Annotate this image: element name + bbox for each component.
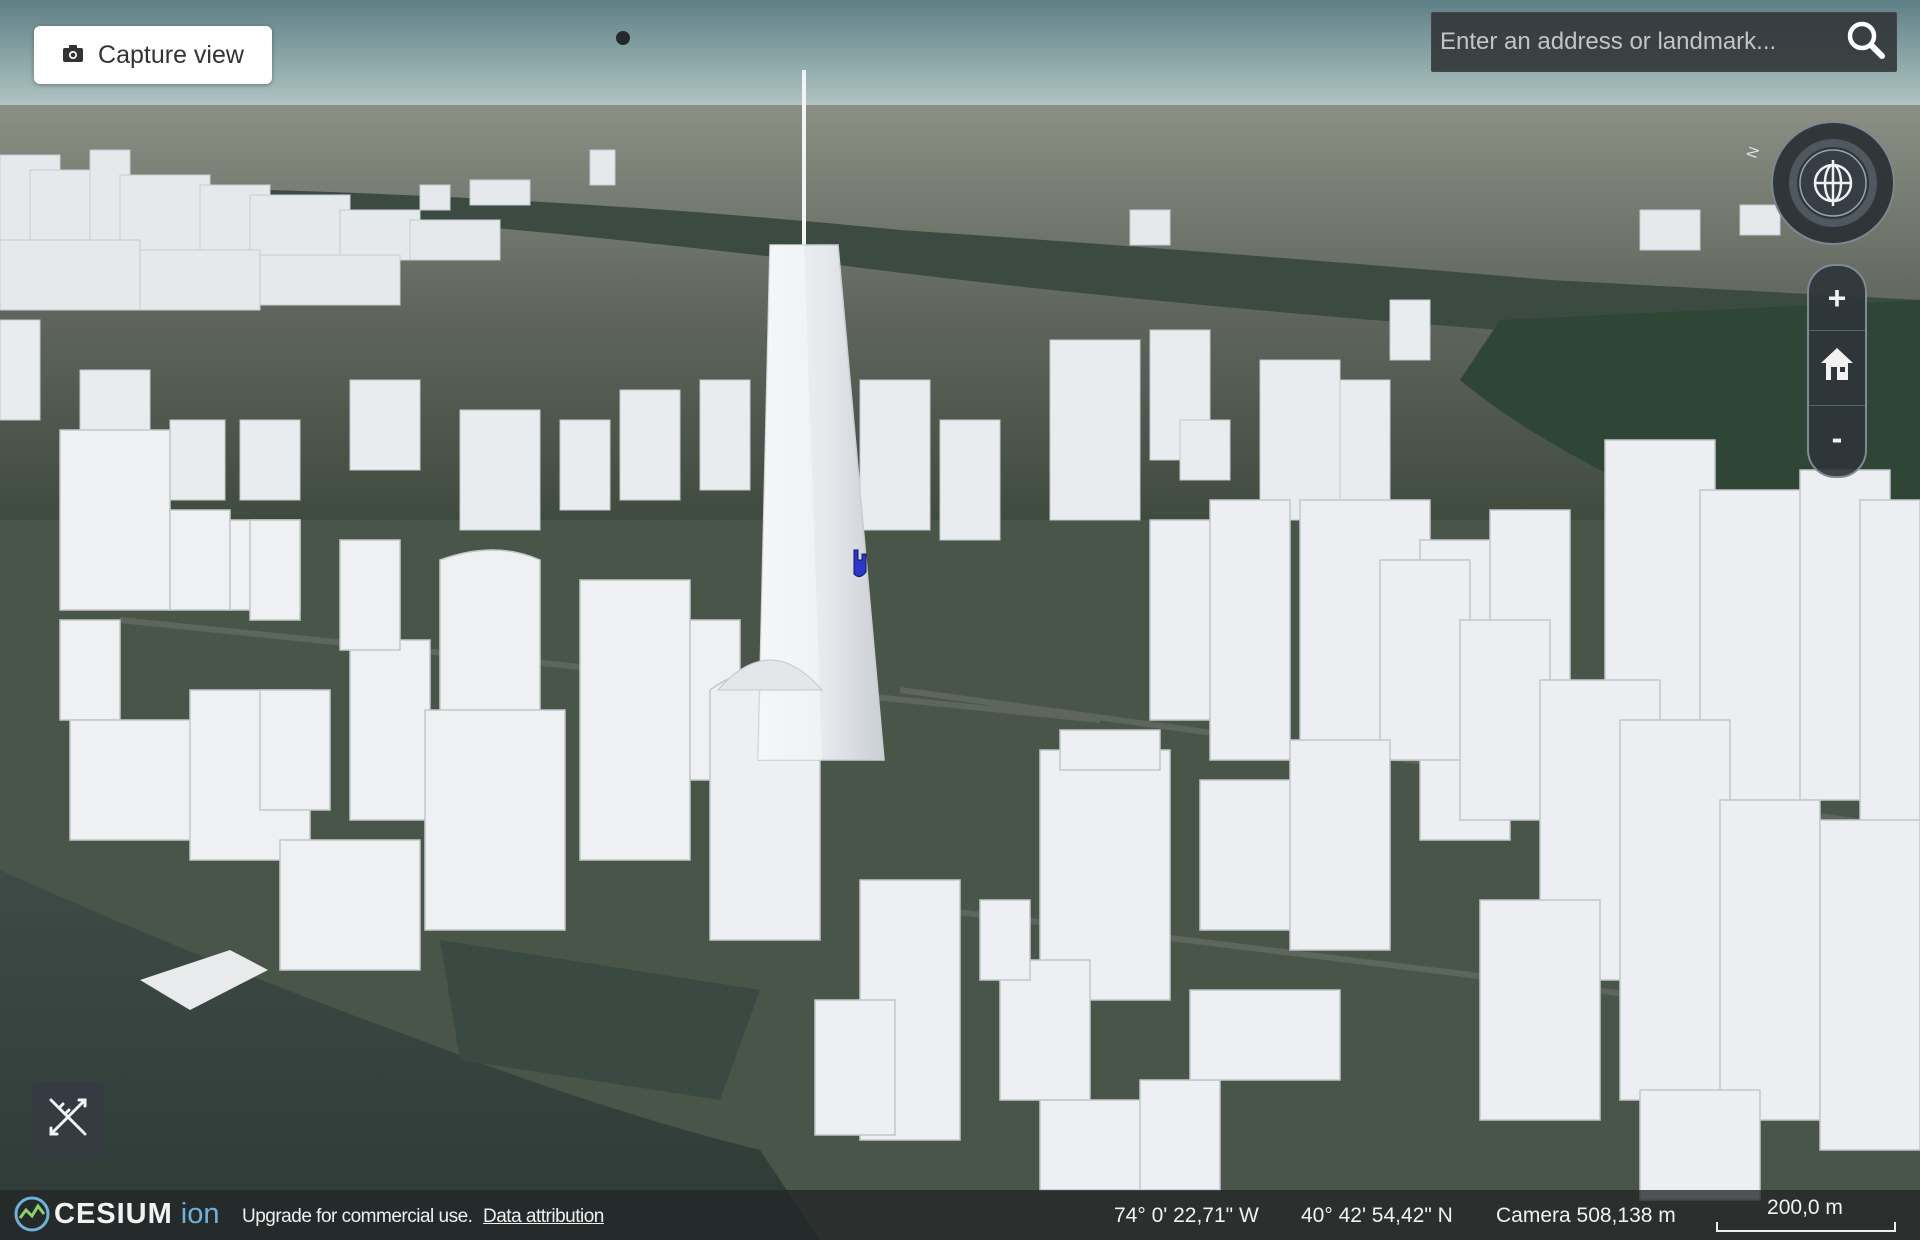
status-bar: CESIUM ion Upgrade for commercial use. D… (0, 1190, 1920, 1240)
home-view-button[interactable] (1809, 330, 1865, 406)
scale-label: 200,0 m (1767, 1196, 1843, 1219)
zoom-out-button[interactable]: - (1809, 406, 1865, 470)
upgrade-text: Upgrade for commercial use. (242, 1206, 473, 1227)
search-icon (1846, 20, 1886, 65)
ruler-pencil-icon (45, 1094, 91, 1145)
distance-scale: 200,0 m (1714, 1196, 1896, 1232)
geocoder-search (1431, 12, 1897, 72)
cesium-ion-logo[interactable]: CESIUM ion (14, 1196, 220, 1232)
camera-height-readout: Camera 508,138 m (1496, 1204, 1676, 1227)
longitude-readout: 74° 0' 22,71" W (1114, 1204, 1259, 1227)
ion-wordmark: ion (180, 1197, 220, 1230)
compass[interactable] (1770, 120, 1896, 246)
map-viewport[interactable]: Capture view N + (0, 0, 1920, 1240)
search-button[interactable] (1836, 13, 1896, 71)
home-icon (1820, 346, 1854, 390)
capture-view-button[interactable]: Capture view (34, 26, 272, 84)
capture-view-label: Capture view (98, 40, 244, 69)
cesium-wordmark: CESIUM (54, 1197, 173, 1230)
search-input[interactable] (1432, 13, 1836, 71)
zoom-in-button[interactable]: + (1809, 266, 1865, 330)
draw-tool-button[interactable] (32, 1082, 104, 1157)
latitude-readout: 40° 42' 54,42" N (1301, 1204, 1453, 1227)
camera-icon (62, 41, 84, 70)
cesium-logo-icon (14, 1196, 50, 1232)
zoom-controls: + - (1807, 264, 1867, 478)
data-attribution-link[interactable]: Data attribution (483, 1206, 604, 1228)
3d-city-scene[interactable] (0, 0, 1920, 1240)
scale-bar (1716, 1222, 1896, 1232)
